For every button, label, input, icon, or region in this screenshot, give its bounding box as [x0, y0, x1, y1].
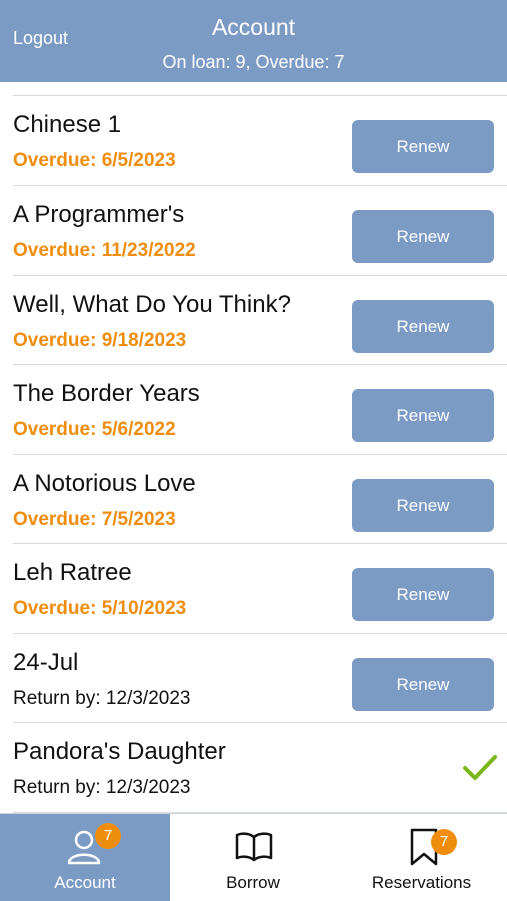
loan-item: Well, What Do You Think? Overdue: 9/18/2…	[0, 276, 507, 365]
loan-status: Overdue: 5/6/2022	[13, 419, 176, 440]
tab-account-label: Account	[54, 873, 116, 892]
loan-item: Chinese 1 Overdue: 6/5/2023 Renew	[0, 96, 507, 185]
loan-list[interactable]: Chinese 1 Overdue: 6/5/2023 Renew A Prog…	[0, 82, 507, 813]
loan-item: Pandora's Daughter Return by: 12/3/2023	[0, 723, 507, 812]
loan-status: Overdue: 11/23/2022	[13, 240, 196, 261]
renew-button[interactable]: Renew	[352, 479, 494, 532]
loan-title: A Notorious Love	[13, 470, 196, 497]
loan-item: 24-Jul Return by: 12/3/2023 Renew	[0, 634, 507, 723]
loan-status: Return by: 12/3/2023	[13, 688, 191, 709]
loan-title: Pandora's Daughter	[13, 738, 226, 765]
loan-title: Well, What Do You Think?	[13, 291, 291, 318]
account-badge: 7	[95, 823, 121, 849]
loan-item: Leh Ratree Overdue: 5/10/2023 Renew	[0, 544, 507, 633]
loan-item: A Programmer's Overdue: 11/23/2022 Renew	[0, 186, 507, 275]
loan-item: The Border Years Overdue: 5/6/2022 Renew	[0, 365, 507, 454]
loan-status: Overdue: 6/5/2023	[13, 150, 176, 171]
loan-title: Chinese 1	[13, 111, 122, 138]
tab-borrow[interactable]: Borrow	[170, 814, 336, 901]
reservations-badge: 7	[431, 829, 457, 855]
renew-button[interactable]: Renew	[352, 568, 494, 621]
renew-button[interactable]: Renew	[352, 389, 494, 442]
renew-button[interactable]: Renew	[352, 300, 494, 353]
loan-status: Overdue: 5/10/2023	[13, 598, 187, 619]
loan-status: Overdue: 7/5/2023	[13, 509, 176, 530]
loan-title: A Programmer's	[13, 201, 185, 228]
tab-account[interactable]: 7 Account	[0, 814, 170, 901]
loan-status: Overdue: 9/18/2023	[13, 330, 187, 351]
loan-title: 24-Jul	[13, 649, 79, 676]
renew-button[interactable]: Renew	[352, 658, 494, 711]
renew-button[interactable]: Renew	[352, 210, 494, 263]
loan-status: Return by: 12/3/2023	[13, 777, 191, 798]
tab-reservations-label: Reservations	[371, 873, 472, 892]
tab-reservations[interactable]: 7 Reservations	[336, 814, 507, 901]
loan-summary: On loan: 9, Overdue: 7	[162, 52, 345, 72]
renew-button[interactable]: Renew	[352, 120, 494, 173]
header-bar: Logout Account On loan: 9, Overdue: 7	[0, 0, 507, 82]
tab-bar: 7 Account Borrow 7 Reservations	[0, 813, 507, 901]
renewed-check-icon	[463, 755, 497, 780]
open-book-icon	[235, 832, 273, 862]
loan-item: A Notorious Love Overdue: 7/5/2023 Renew	[0, 455, 507, 544]
loan-title: Leh Ratree	[13, 559, 132, 586]
tab-borrow-label: Borrow	[226, 873, 280, 892]
page-title: Account	[211, 14, 296, 40]
loan-title: The Border Years	[13, 380, 200, 407]
